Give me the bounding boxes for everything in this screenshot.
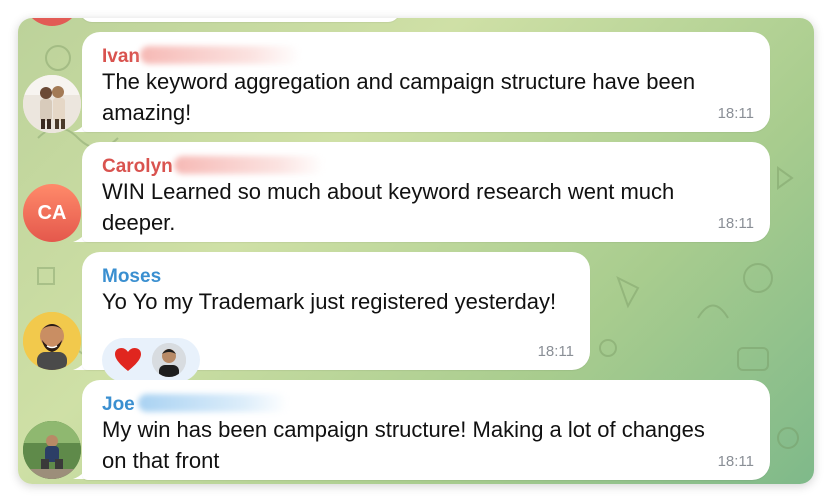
sender-name[interactable]: Carolyn — [102, 156, 173, 178]
message-text: The keyword aggregation and campaign str… — [102, 66, 695, 128]
message-bubble[interactable]: Ivan The keyword aggregation and campaig… — [82, 32, 770, 132]
sender-name[interactable]: Ivan — [102, 46, 140, 68]
message-line: amazing! — [102, 100, 192, 125]
message-line: My win has been campaign structure! Maki… — [102, 417, 705, 442]
message-bubble[interactable]: Joe My win has been campaign structure! … — [82, 380, 770, 480]
redacted-surname — [138, 394, 288, 412]
message-time: 18:11 — [717, 105, 754, 122]
message-text: My win has been campaign structure! Maki… — [102, 414, 705, 476]
chat-window: Ivan The keyword aggregation and campaig… — [18, 18, 814, 484]
message-line: The keyword aggregation and campaign str… — [102, 69, 696, 94]
reactions-bar[interactable] — [102, 338, 200, 382]
sender-name[interactable]: Moses — [102, 266, 161, 288]
message-line: Yo Yo my Trademark just registered yeste… — [102, 289, 557, 314]
avatar-initials: CA — [37, 201, 67, 224]
message-line: deeper. — [102, 210, 176, 235]
redacted-surname — [140, 46, 300, 64]
message-bubble[interactable]: Moses Yo Yo my Trademark just registered… — [82, 252, 590, 382]
heart-icon[interactable] — [114, 347, 142, 373]
redacted-surname — [174, 156, 324, 174]
message-time: 18:11 — [537, 343, 574, 360]
sender-name[interactable]: Joe — [102, 394, 135, 416]
message-line: on that front — [102, 448, 220, 473]
reactor-avatar[interactable] — [152, 343, 186, 377]
message-text: Yo Yo my Trademark just registered yeste… — [102, 286, 556, 317]
message-time: 18:11 — [717, 453, 754, 470]
message-line: WIN Learned so much about keyword resear… — [102, 179, 675, 204]
message-bubble[interactable]: Carolyn WIN Learned so much about keywor… — [82, 142, 770, 242]
message-text: WIN Learned so much about keyword resear… — [102, 176, 674, 238]
person-photo-icon — [152, 343, 186, 377]
previous-message-bubble — [80, 18, 400, 22]
message-time: 18:11 — [717, 215, 754, 232]
